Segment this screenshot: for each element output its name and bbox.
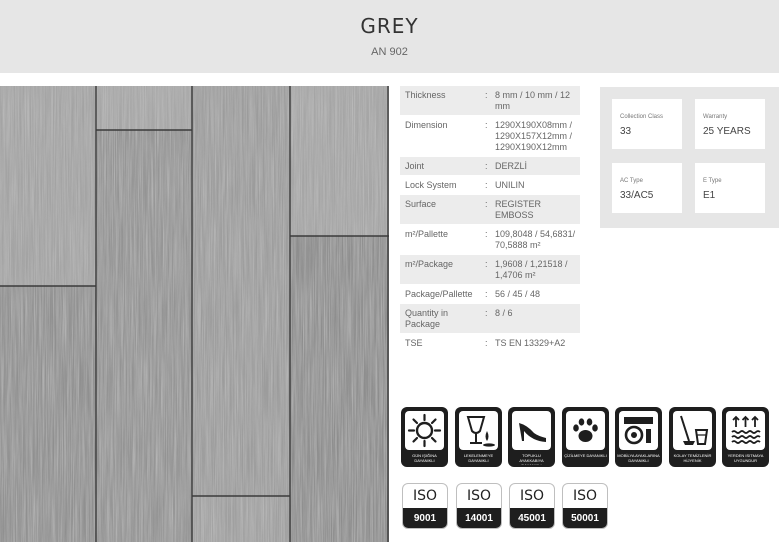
spec-label: m²/Pallette [405,229,449,239]
spec-label: Dimension [405,120,448,130]
mop-bucket-icon [673,411,712,450]
spec-table: Thickness : 8 mm / 10 mm / 12 mm Dimensi… [400,86,580,353]
spec-label: Surface [405,199,437,209]
spec-label: TSE [405,338,423,348]
spec-row-dimension: Dimension : 1290X190X08mm / 1290X157X12m… [400,116,580,157]
card-value: E1 [703,190,716,201]
spec-row-thickness: Thickness : 8 mm / 10 mm / 12 mm [400,86,580,116]
spec-row-package-pallette: Package/Pallette : 56 / 45 / 48 [400,285,580,304]
spill-icon [459,411,498,450]
spec-value: TS EN 13329+A2 [495,338,566,348]
spec-row-surface: Surface : REGISTER EMBOSS [400,195,580,225]
collection-class-card: Collection Class 33 [612,99,682,149]
iso-title: ISO [466,488,492,504]
badge-caption: KOLAY TEMİZLENİR HİJYENİK [673,453,712,463]
floor-texture-image [0,86,389,542]
spec-label: Quantity in Package [405,308,449,329]
spec-label: Thickness [405,90,446,100]
spec-value: REGISTER EMBOSS [495,199,542,220]
spec-label: Package/Pallette [405,289,473,299]
product-code: AN 902 [371,46,408,58]
card-label: Collection Class [620,114,664,120]
stain-resistant-badge: LEKELENMEYE DAYANIKLI [455,407,502,467]
badge-caption: ÇİZİLMEYE DAYANIKLI [564,453,607,458]
card-label: AC Type [620,178,643,184]
spec-value: 56 / 45 / 48 [495,289,541,299]
badge-caption: YERDEN ISITMAYA UYGUNDUR [727,453,764,463]
e-type-card: E Type E1 [695,163,765,213]
high-heel-icon [512,411,551,450]
card-label: Warranty [703,114,728,120]
card-value: 25 YEARS [703,126,751,137]
spec-value: 8 mm / 10 mm / 12 mm [495,90,571,111]
warranty-card: Warranty 25 YEARS [695,99,765,149]
badge-caption: LEKELENMEYE DAYANIKLI [463,453,494,463]
ac-type-card: AC Type 33/AC5 [612,163,682,213]
product-header: GREY AN 902 [0,0,779,73]
spec-row-lock-system: Lock System : UNILIN [400,176,580,195]
paw-icon [566,411,605,450]
iso-50001-badge: ISO 50001 [562,483,608,529]
iso-9001-badge: ISO 9001 [402,483,448,529]
spec-row-quantity-in-package: Quantity in Package : 8 / 6 [400,304,580,334]
spec-label: Joint [405,161,425,171]
badge-caption: TOPUKLU AYAKKABIYA DAYANIKLI [519,453,544,465]
spec-row-joint: Joint : DERZLİ [400,157,580,176]
scratch-resistant-badge: ÇİZİLMEYE DAYANIKLI [562,407,609,467]
iso-title: ISO [412,488,438,504]
iso-number: 14001 [457,508,501,528]
iso-45001-badge: ISO 45001 [509,483,555,529]
furniture-resistant-badge: MOBİLYA AYAKLARINA DAYANIKLI [615,407,662,467]
spec-row-m2-pallette: m²/Pallette : 109,8048 / 54,6831/ 70,588… [400,225,580,255]
badge-caption: MOBİLYA AYAKLARINA DAYANIKLI [617,453,660,463]
iso-title: ISO [572,488,598,504]
spec-value: DERZLİ [495,161,528,171]
card-label: E Type [703,178,722,184]
spec-label: m²/Package [405,259,454,269]
product-name: GREY [360,14,419,38]
spec-value: 109,8048 / 54,6831/ 70,5888 m² [495,229,576,250]
card-value: 33 [620,126,632,137]
info-cards-panel: Collection Class 33 Warranty 25 YEARS AC… [600,87,779,228]
iso-number: 50001 [563,508,607,528]
spec-value: UNILIN [495,180,525,190]
spec-value: 1290X190X08mm / 1290X157X12mm / 1290X190… [495,120,573,152]
card-value: 33/AC5 [620,190,654,201]
spec-value: 8 / 6 [495,308,513,318]
badge-caption: GÜN IŞIĞINA DAYANIKLI [412,453,437,463]
spec-label: Lock System [405,180,457,190]
spec-row-m2-package: m²/Package : 1,9608 / 1,21518 / 1,4706 m… [400,255,580,285]
sun-resistant-badge: GÜN IŞIĞINA DAYANIKLI [401,407,448,467]
iso-title: ISO [519,488,545,504]
chair-wheel-icon [619,411,658,450]
spec-row-tse: TSE : TS EN 13329+A2 [400,334,580,353]
iso-number: 9001 [403,508,447,528]
underfloor-heating-icon [726,411,765,450]
high-heel-resistant-badge: TOPUKLU AYAKKABIYA DAYANIKLI [508,407,555,467]
sun-icon [405,411,444,450]
easy-clean-badge: KOLAY TEMİZLENİR HİJYENİK [669,407,716,467]
spec-value: 1,9608 / 1,21518 / 1,4706 m² [495,259,568,280]
iso-14001-badge: ISO 14001 [456,483,502,529]
underfloor-heating-badge: YERDEN ISITMAYA UYGUNDUR [722,407,769,467]
iso-number: 45001 [510,508,554,528]
